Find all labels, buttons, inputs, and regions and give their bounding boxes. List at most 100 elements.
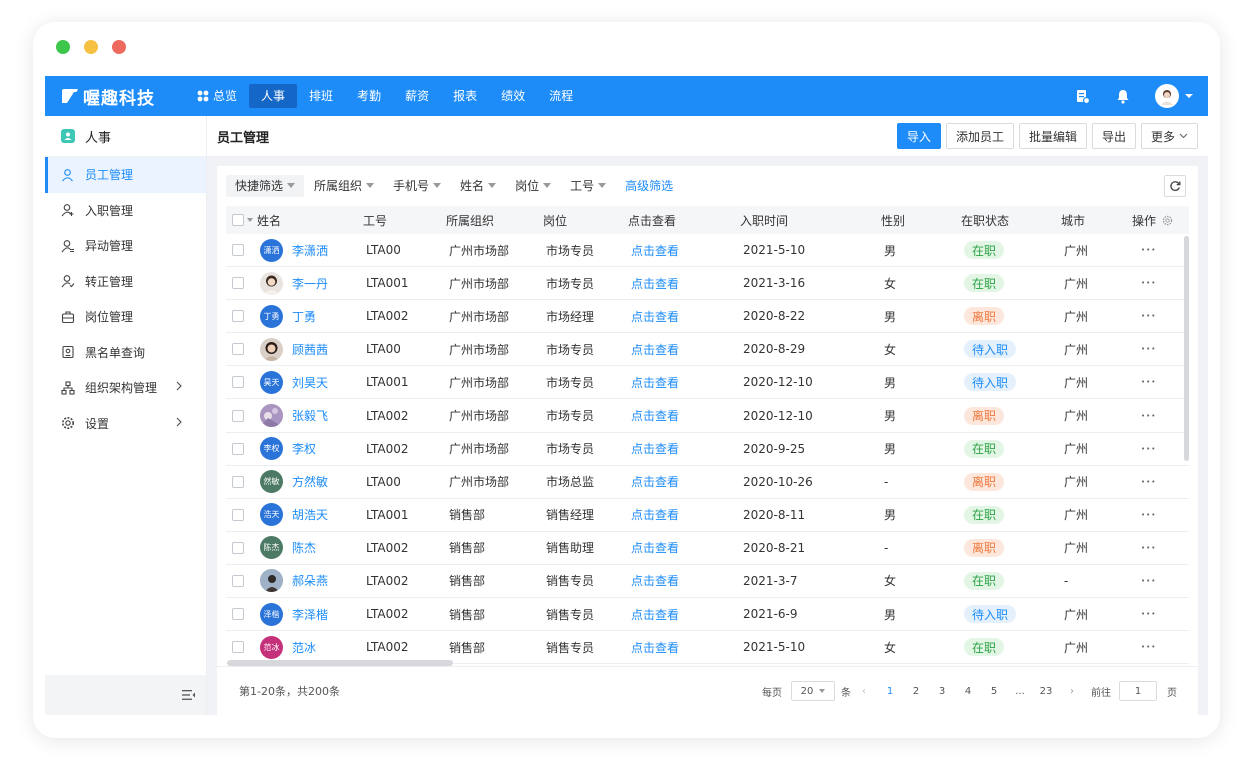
per-page-select[interactable]: 20 <box>791 681 835 701</box>
page-number-2[interactable]: 3 <box>929 686 955 697</box>
more-actions-icon[interactable]: ••• <box>1141 378 1156 386</box>
column-settings-gear-icon[interactable] <box>1162 215 1173 226</box>
view-details-link[interactable]: 点击查看 <box>631 341 679 358</box>
filter-1[interactable]: 所属组织 <box>305 175 383 197</box>
vertical-scrollbar[interactable] <box>1184 236 1189 461</box>
minimize-dot[interactable] <box>84 40 98 54</box>
employee-name-link[interactable]: 郝朵燕 <box>292 572 328 589</box>
view-details-link[interactable]: 点击查看 <box>631 539 679 556</box>
more-actions-icon[interactable]: ••• <box>1141 246 1156 254</box>
filter-2[interactable]: 手机号 <box>384 175 450 197</box>
row-checkbox[interactable] <box>232 343 244 356</box>
table-row[interactable]: 丁勇 丁勇 LTA002 广州市场部 市场经理 点击查看 2020-8-22 男离职 广州 ••• <box>226 300 1189 334</box>
sidebar-item-5[interactable]: 黑名单查询 <box>45 335 206 371</box>
view-details-link[interactable]: 点击查看 <box>631 606 679 623</box>
sidebar-item-2[interactable]: 异动管理 <box>45 228 206 264</box>
sidebar-item-4[interactable]: 岗位管理 <box>45 299 206 335</box>
page-number-4[interactable]: 5 <box>981 686 1007 697</box>
table-row[interactable]: 顾茜茜 LTA00 广州市场部 市场专员 点击查看 2020-8-29 女 待入职 广州 ••• <box>226 333 1189 367</box>
select-all-checkbox[interactable] <box>232 214 244 226</box>
more-actions-icon[interactable]: ••• <box>1141 345 1156 353</box>
more-actions-icon[interactable]: ••• <box>1141 312 1156 320</box>
more-actions-icon[interactable]: ••• <box>1141 643 1156 651</box>
view-details-link[interactable]: 点击查看 <box>631 242 679 259</box>
page-number-0[interactable]: 1 <box>877 686 903 697</box>
header-action-button-3[interactable]: 导出 <box>1091 123 1136 149</box>
more-actions-icon[interactable]: ••• <box>1141 445 1156 453</box>
topnav-item-2[interactable]: 排班 <box>297 84 345 108</box>
employee-name-link[interactable]: 丁勇 <box>292 308 316 325</box>
table-row[interactable]: 陈杰 陈杰 LTA002 销售部 销售助理 点击查看 2020-8-21- 离职 广州 ••• <box>226 532 1189 565</box>
chevron-down-icon[interactable] <box>1184 93 1194 99</box>
more-actions-icon[interactable]: ••• <box>1141 544 1156 552</box>
row-checkbox[interactable] <box>232 409 244 422</box>
collapse-menu-icon[interactable] <box>182 689 196 701</box>
row-checkbox[interactable] <box>232 442 244 455</box>
employee-name-link[interactable]: 张毅飞 <box>292 407 328 424</box>
topnav-item-7[interactable]: 流程 <box>537 84 585 108</box>
more-actions-icon[interactable]: ••• <box>1141 279 1156 287</box>
topnav-item-1[interactable]: 人事 <box>249 84 298 108</box>
employee-name-link[interactable]: 胡浩天 <box>292 506 328 523</box>
table-row[interactable]: 泽楷 李泽楷 LTA002 销售部 销售专员 点击查看 2021-6-9 男待入职 广州 ••• <box>226 598 1189 632</box>
sidebar-item-3[interactable]: 转正管理 <box>45 264 206 300</box>
filter-3[interactable]: 姓名 <box>451 175 505 197</box>
view-details-link[interactable]: 点击查看 <box>631 407 679 424</box>
view-details-link[interactable]: 点击查看 <box>631 308 679 325</box>
view-details-link[interactable]: 点击查看 <box>631 374 679 391</box>
topnav-item-5[interactable]: 报表 <box>441 84 489 108</box>
more-actions-icon[interactable]: ••• <box>1141 478 1156 486</box>
row-checkbox[interactable] <box>232 608 244 621</box>
caret-down-icon[interactable] <box>247 218 253 222</box>
topnav-item-0[interactable]: 总览 <box>185 84 249 108</box>
row-checkbox[interactable] <box>232 574 244 587</box>
bell-icon[interactable] <box>1111 84 1135 108</box>
employee-name-link[interactable]: 李泽楷 <box>292 606 328 623</box>
page-number-6[interactable]: 23 <box>1033 686 1059 697</box>
row-checkbox[interactable] <box>232 541 244 554</box>
row-checkbox[interactable] <box>232 244 244 257</box>
view-details-link[interactable]: 点击查看 <box>631 506 679 523</box>
employee-name-link[interactable]: 李潇洒 <box>292 242 328 259</box>
view-details-link[interactable]: 点击查看 <box>631 275 679 292</box>
topnav-item-4[interactable]: 薪资 <box>393 84 441 108</box>
employee-name-link[interactable]: 方然敏 <box>292 473 328 490</box>
close-dot[interactable] <box>112 40 126 54</box>
view-details-link[interactable]: 点击查看 <box>631 639 679 656</box>
table-row[interactable]: 然敏 方然敏 LTA00 广州市场部 市场总监 点击查看 2020-10-26- 离职 广州 ••… <box>226 466 1189 499</box>
row-checkbox[interactable] <box>232 376 244 389</box>
header-action-button-2[interactable]: 批量编辑 <box>1018 123 1087 149</box>
table-row[interactable]: 李权 李权 LTA002 广州市场部 市场专员 点击查看 2020-9-25 男在职 广州 ••• <box>226 433 1189 466</box>
employee-name-link[interactable]: 陈杰 <box>292 539 316 556</box>
sidebar-item-1[interactable]: 入职管理 <box>45 193 206 229</box>
more-actions-icon[interactable]: ••• <box>1141 577 1156 585</box>
table-row[interactable]: 张毅飞 LTA002 广州市场部 市场专员 点击查看 2020-12-10 男 离职 广州 ••• <box>226 399 1189 433</box>
sidebar-item-7[interactable]: 设置 <box>45 406 206 442</box>
employee-name-link[interactable]: 刘昊天 <box>292 374 328 391</box>
row-checkbox[interactable] <box>232 508 244 521</box>
table-row[interactable]: 昊天 刘昊天 LTA001 广州市场部 市场专员 点击查看 2020-12-10 男待入职 广州… <box>226 366 1189 400</box>
topnav-item-6[interactable]: 绩效 <box>489 84 537 108</box>
view-details-link[interactable]: 点击查看 <box>631 440 679 457</box>
row-checkbox[interactable] <box>232 475 244 488</box>
page-number-3[interactable]: 4 <box>955 686 981 697</box>
filter-4[interactable]: 岗位 <box>506 175 560 197</box>
row-checkbox[interactable] <box>232 310 244 323</box>
filter-5[interactable]: 工号 <box>561 175 615 197</box>
table-row[interactable]: 李一丹 LTA001 广州市场部 市场专员 点击查看 2021-3-16 女 在职 广州 ••• <box>226 267 1189 301</box>
row-checkbox[interactable] <box>232 641 244 654</box>
refresh-button[interactable] <box>1164 175 1186 197</box>
user-avatar[interactable] <box>1155 84 1179 108</box>
more-actions-icon[interactable]: ••• <box>1141 610 1156 618</box>
view-details-link[interactable]: 点击查看 <box>631 473 679 490</box>
employee-name-link[interactable]: 顾茜茜 <box>292 341 328 358</box>
topnav-item-3[interactable]: 考勤 <box>345 84 393 108</box>
row-checkbox[interactable] <box>232 277 244 290</box>
view-details-link[interactable]: 点击查看 <box>631 572 679 589</box>
sidebar-item-0[interactable]: 员工管理 <box>45 157 206 193</box>
brand-logo[interactable]: 喔趣科技 <box>61 84 185 109</box>
header-action-button-1[interactable]: 添加员工 <box>945 123 1014 149</box>
more-actions-icon[interactable]: ••• <box>1141 412 1156 420</box>
advanced-filter-link[interactable]: 高级筛选 <box>616 175 682 197</box>
filter-0[interactable]: 快捷筛选 <box>226 174 305 197</box>
